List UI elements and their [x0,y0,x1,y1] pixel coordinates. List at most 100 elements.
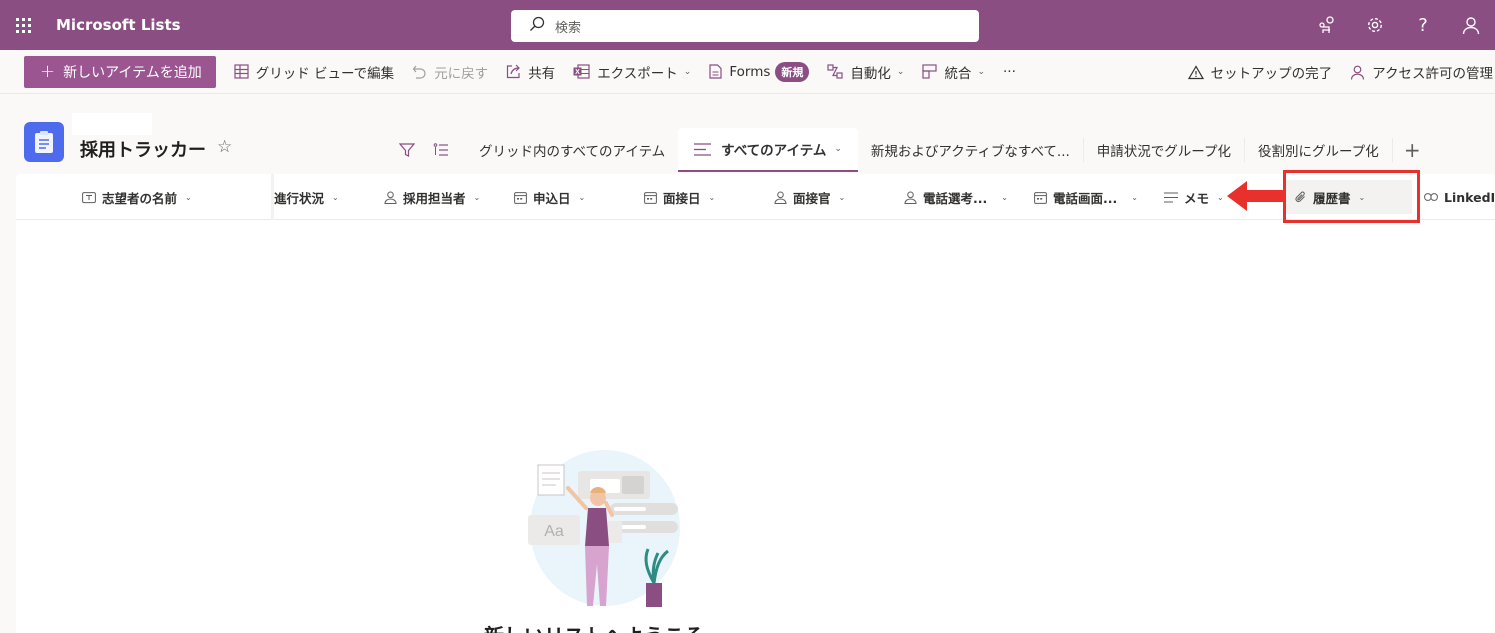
share-button[interactable]: 共有 [506,62,555,82]
edit-grid-button[interactable]: グリッド ビューで編集 [234,62,394,82]
tab-group-by-role[interactable]: 役割別にグループ化 [1244,138,1392,162]
person-icon[interactable] [1447,0,1495,50]
list-view-icon [694,142,712,156]
chevron-down-icon: ⌄ [1001,192,1008,202]
chevron-down-icon: ⌄ [473,192,481,202]
column-label: 面接官 [793,190,831,206]
chevron-down-icon: ⌄ [683,66,692,77]
tab-grid-all-items[interactable]: グリッド内のすべてのアイテム [466,128,678,172]
warning-icon [1187,64,1204,80]
column-header-progress[interactable]: 進行状況 ⌄ [274,174,339,220]
grid-icon [234,64,249,79]
tab-group-by-status[interactable]: 申請状況でグループ化 [1082,138,1244,162]
column-label: 採用担当者 [403,190,466,206]
manage-access-label: アクセス許可の管理 [1372,66,1493,82]
chevron-down-icon: ⌄ [1131,192,1138,202]
column-label: 電話画面... [1053,190,1118,206]
link-icon [1424,192,1438,202]
integrate-icon [922,64,938,79]
tab-all-items[interactable]: すべてのアイテム ⌄ [678,128,858,172]
integrate-label: 統合 [944,65,972,82]
suite-header: Microsoft Lists 検索 ? [0,0,1495,50]
chevron-down-icon: ⌄ [896,66,905,77]
empty-state-message: 新しいリストへようこそ [484,620,704,633]
column-label: 申込日 [533,190,571,206]
multiline-text-icon [1164,192,1178,203]
setup-button[interactable]: セットアップの完了 [1187,62,1333,82]
filter-icon[interactable] [390,128,424,172]
plus-icon: + [40,61,56,82]
list-options-icon[interactable] [424,128,458,172]
person-icon [384,191,397,204]
column-header-recruiter[interactable]: 採用担当者 ⌄ [384,174,480,220]
column-header-interviewer[interactable]: 面接官 ⌄ [774,174,845,220]
chevron-down-icon: ⌄ [838,192,846,202]
chevron-down-icon: ⌄ [578,192,586,202]
calendar-icon [514,191,527,204]
column-label: 志望者の名前 [102,190,178,206]
search-icon [529,16,545,36]
column-header-phone-screen-date[interactable]: 電話画面... ⌄ [1034,174,1138,220]
text-field-icon [82,191,96,204]
search-input[interactable]: 検索 [555,17,581,36]
help-icon[interactable]: ? [1399,0,1447,50]
command-bar: + 新しいアイテムを追加 グリッド ビューで編集 元に戻す 共有 X エクスポー… [0,50,1495,94]
flow-icon [827,64,843,79]
more-button[interactable]: ··· [1003,64,1016,80]
chevron-down-icon: ⌄ [332,192,339,202]
app-name[interactable]: Microsoft Lists [56,16,181,34]
tab-new-active[interactable]: 新規およびアクティブなすべて... [858,128,1083,172]
forms-button[interactable]: Forms 新規 [709,61,810,82]
manage-access-button[interactable]: アクセス許可の管理 [1350,62,1493,82]
integrate-button[interactable]: 統合 ⌄ [922,62,985,82]
search-box[interactable]: 検索 [511,10,979,42]
new-item-button[interactable]: + 新しいアイテムを追加 [24,55,216,88]
redacted-area [72,113,152,135]
column-header-candidate-name[interactable]: 志望者の名前 ⌄ [82,174,192,220]
new-badge: 新規 [775,61,810,82]
chevron-down-icon: ⌄ [708,192,716,202]
edit-grid-label: グリッド ビューで編集 [255,65,395,82]
empty-state-illustration: Aa [510,443,690,622]
calendar-icon [644,191,657,204]
column-label: 電話選考... [923,190,988,206]
export-button[interactable]: X エクスポート ⌄ [573,62,691,82]
column-header-interview-date[interactable]: 面接日 ⌄ [644,174,715,220]
form-icon [709,64,722,79]
automate-button[interactable]: 自動化 ⌄ [827,62,904,82]
undo-button[interactable]: 元に戻す [412,62,488,82]
tab-all-items-label: すべてのアイテム [721,143,827,159]
app-launcher-icon[interactable] [0,0,46,50]
calendar-icon [1034,191,1047,204]
column-header-linkedin[interactable]: LinkedIn [1424,174,1495,220]
column-label: 進行状況 [274,190,325,206]
column-header-notes[interactable]: メモ ⌄ [1164,174,1224,220]
annotation-highlight-box [1283,170,1420,223]
person-icon [1350,65,1365,80]
excel-icon: X [573,64,590,79]
automate-label: 自動化 [850,65,891,82]
list-title: 採用トラッカー [80,140,206,161]
column-label: メモ [1184,190,1210,206]
setup-label: セットアップの完了 [1210,66,1333,82]
person-icon [774,191,787,204]
person-icon [904,191,917,204]
chevron-down-icon: ⌄ [977,66,985,77]
chevron-down-icon[interactable]: ⌄ [834,144,842,154]
column-header-phone-screener[interactable]: 電話選考... ⌄ [904,174,1008,220]
add-view-button[interactable]: + [1391,138,1432,162]
share-icon [506,64,521,79]
view-bar: グリッド内のすべてのアイテム すべてのアイテム ⌄ 新規およびアクティブなすべて… [390,128,1432,172]
column-label: LinkedIn [1444,189,1495,205]
chevron-down-icon: ⌄ [1217,192,1224,202]
share-label: 共有 [528,65,556,82]
star-icon[interactable]: ☆ [217,137,232,157]
forms-label: Forms [729,63,771,80]
new-item-label: 新しいアイテムを追加 [63,64,202,81]
svg-text:Aa: Aa [544,523,564,540]
column-label: 面接日 [663,190,701,206]
column-header-application-date[interactable]: 申込日 ⌄ [514,174,585,220]
share-people-icon[interactable] [1303,0,1351,50]
gear-icon[interactable] [1351,0,1399,50]
export-label: エクスポート [597,65,678,82]
